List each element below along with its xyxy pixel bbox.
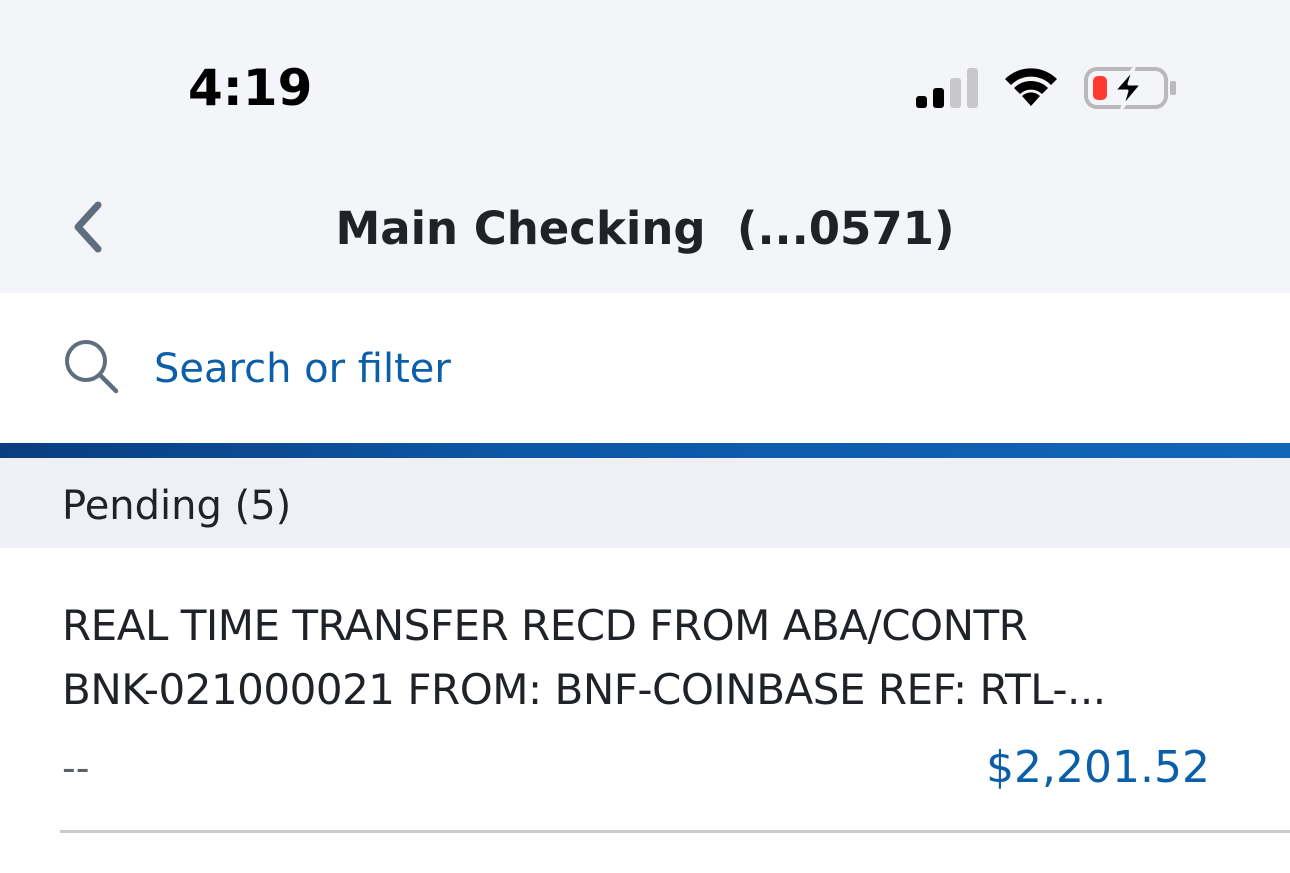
section-divider-bar (0, 443, 1290, 458)
transaction-amount: $2,201.52 (986, 742, 1210, 793)
transaction-date: -- (62, 746, 90, 790)
top-bar: 4:19 Main Checking (...0571) (0, 0, 1290, 293)
transaction-row[interactable]: REAL TIME TRANSFER RECD FROM ABA/CONTR B… (0, 548, 1290, 832)
transaction-description-line1: REAL TIME TRANSFER RECD FROM ABA/CONTR (62, 601, 1028, 650)
cellular-signal-icon (916, 68, 978, 108)
status-time: 4:19 (188, 59, 313, 117)
page-title: Main Checking (...0571) (335, 202, 955, 255)
transaction-description: REAL TIME TRANSFER RECD FROM ABA/CONTR B… (62, 594, 1222, 722)
wifi-icon (1005, 68, 1057, 106)
row-divider (60, 830, 1290, 833)
transaction-description-line2: BNK-021000021 FROM: BNF-COINBASE REF: RT… (62, 665, 1106, 714)
search-icon (65, 340, 119, 394)
search-placeholder: Search or filter (154, 346, 451, 392)
account-activity-screen: 4:19 Main Checking (...0571) Search or f… (0, 0, 1290, 873)
search-input[interactable]: Search or filter (0, 293, 1290, 443)
pending-label: Pending (5) (62, 483, 292, 529)
battery-charging-icon (1084, 66, 1176, 110)
pending-section-header: Pending (5) (0, 458, 1290, 548)
